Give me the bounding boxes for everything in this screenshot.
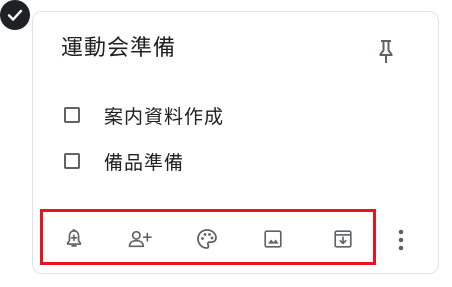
check-icon <box>7 9 23 21</box>
archive-button[interactable] <box>329 225 357 253</box>
bell-plus-icon <box>66 229 82 247</box>
pin-icon <box>379 40 393 63</box>
palette-icon <box>197 229 217 249</box>
person-add-icon <box>128 230 152 248</box>
screen: 運動会準備 案内資料作成 備品準備 <box>0 0 452 287</box>
pin-note-button[interactable] <box>371 36 401 66</box>
collaborator-button[interactable] <box>126 225 154 253</box>
checklist-item: 備品準備 <box>60 146 224 176</box>
image-icon <box>264 230 282 248</box>
background-options-button[interactable] <box>193 225 221 253</box>
select-note-checkmark[interactable] <box>0 0 30 30</box>
note-title[interactable]: 運動会準備 <box>61 34 176 64</box>
checklist-checkbox[interactable] <box>64 153 80 169</box>
remind-me-button[interactable] <box>60 225 88 253</box>
checklist-item: 案内資料作成 <box>60 100 224 130</box>
checklist-item-text[interactable]: 案内資料作成 <box>104 102 224 129</box>
checklist-checkbox[interactable] <box>64 107 80 123</box>
more-vert-icon <box>398 229 404 251</box>
add-image-button[interactable] <box>259 225 287 253</box>
archive-icon <box>334 230 352 248</box>
note-toolbar-highlight <box>40 209 376 265</box>
checklist: 案内資料作成 備品準備 <box>60 100 224 192</box>
checklist-item-text[interactable]: 備品準備 <box>104 148 184 175</box>
more-options-button[interactable] <box>389 226 413 254</box>
